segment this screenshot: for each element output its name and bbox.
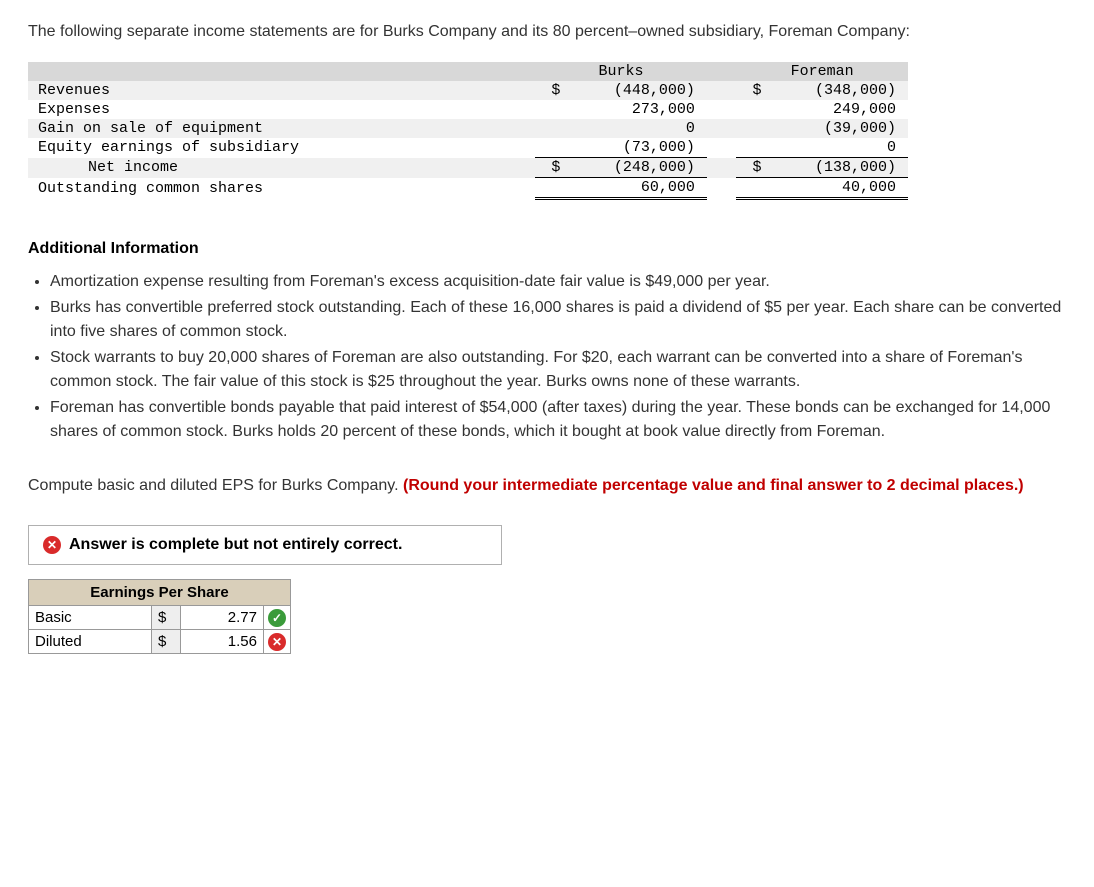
row-expenses-burks: 273,000 [564,100,706,119]
eps-diluted-status: ✕ [264,630,291,654]
info-item-3: Stock warrants to buy 20,000 shares of F… [50,346,1066,394]
compute-instruction: Compute basic and diluted EPS for Burks … [28,474,1066,497]
row-revenues-foreman-cur: $ [736,81,765,100]
row-netincome-burks-cur: $ [535,158,564,178]
row-revenues-burks: (448,000) [564,81,706,100]
eps-basic-status: ✓ [264,606,291,630]
row-expenses-label: Expenses [28,100,535,119]
compute-text: Compute basic and diluted EPS for Burks … [28,477,403,494]
info-item-4: Foreman has convertible bonds payable th… [50,396,1066,444]
eps-header: Earnings Per Share [29,580,291,606]
header-blank [28,62,535,81]
additional-info-list: Amortization expense resulting from Fore… [28,270,1066,444]
cross-icon: ✕ [43,536,61,554]
row-netincome-burks: (248,000) [564,158,706,178]
row-netincome-label: Net income [28,158,535,178]
additional-info-header: Additional Information [28,240,1066,258]
row-shares-burks: 60,000 [564,178,706,199]
row-revenues-burks-cur: $ [535,81,564,100]
row-equity-burks: (73,000) [564,138,706,158]
eps-diluted-currency: $ [152,630,181,654]
row-gain-burks: 0 [564,119,706,138]
eps-diluted-label: Diluted [29,630,152,654]
row-netincome-foreman: (138,000) [766,158,909,178]
header-gap [707,62,736,81]
row-revenues-label: Revenues [28,81,535,100]
row-netincome-foreman-cur: $ [736,158,765,178]
header-foreman: Foreman [736,62,908,81]
row-expenses-foreman: 249,000 [766,100,909,119]
info-item-1: Amortization expense resulting from Fore… [50,270,1066,294]
row-shares-foreman: 40,000 [766,178,909,199]
income-statement-table: Burks Foreman Revenues $ (448,000) $ (34… [28,62,908,200]
info-item-2: Burks has convertible preferred stock ou… [50,296,1066,344]
row-equity-label: Equity earnings of subsidiary [28,138,535,158]
answer-banner-text: Answer is complete but not entirely corr… [69,536,402,554]
header-burks: Burks [535,62,707,81]
row-shares-label: Outstanding common shares [28,178,535,199]
row-equity-foreman: 0 [766,138,909,158]
eps-table: Earnings Per Share Basic $ 2.77 ✓ Dilute… [28,579,291,654]
intro-text: The following separate income statements… [28,20,1066,44]
eps-basic-label: Basic [29,606,152,630]
row-gain-label: Gain on sale of equipment [28,119,535,138]
compute-hint: (Round your intermediate percentage valu… [403,477,1024,494]
eps-basic-input[interactable]: 2.77 [181,606,264,630]
answer-banner: ✕ Answer is complete but not entirely co… [29,526,501,564]
answer-banner-box: ✕ Answer is complete but not entirely co… [28,525,502,565]
row-gain-foreman: (39,000) [766,119,909,138]
check-icon: ✓ [268,609,286,627]
row-revenues-foreman: (348,000) [766,81,909,100]
cross-icon: ✕ [268,633,286,651]
eps-diluted-input[interactable]: 1.56 [181,630,264,654]
eps-basic-currency: $ [152,606,181,630]
